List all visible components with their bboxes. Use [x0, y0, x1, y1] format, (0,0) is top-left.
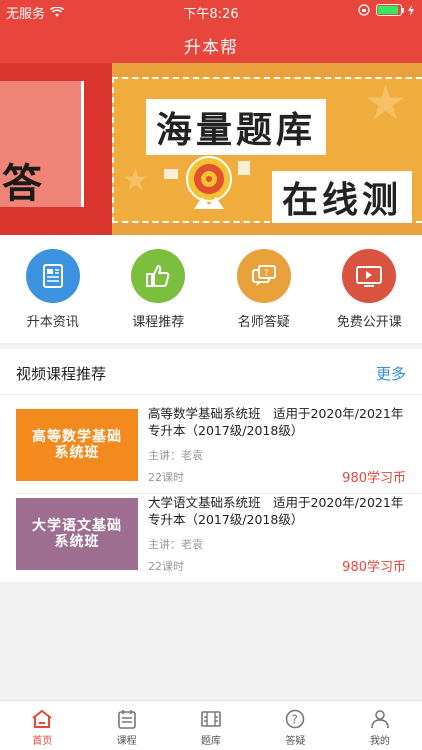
status-right [358, 4, 414, 16]
chat-question-icon: ? [236, 249, 291, 303]
question-bank-icon [201, 711, 221, 727]
target-illustration-icon [164, 156, 250, 209]
course-price: 980学习币 [342, 471, 406, 486]
video-course-section: 视频课程推荐 更多 高等数学基础 系统班 高等数学基础系统班 适用于2020年/… [0, 349, 422, 582]
star-decoration: ★ [364, 75, 408, 131]
tab-bar: 首页 课程 题库 ? 答疑 我的 [0, 700, 422, 750]
thumbs-up-icon [131, 249, 186, 303]
course-title: 大学语文基础系统班 适用于2020年/2021年专升本（2017级/2018级） [148, 495, 404, 527]
quick-action-label: 课程推荐 [132, 315, 185, 330]
quick-action-news[interactable]: 升本资讯 [0, 235, 106, 343]
course-hours: 22课时 [148, 471, 184, 484]
tab-home[interactable]: 首页 [0, 701, 84, 750]
tab-profile[interactable]: 我的 [338, 701, 422, 750]
thumbnail-subtitle: 系统班 [54, 445, 100, 461]
news-icon [25, 249, 80, 303]
tab-courses[interactable]: 课程 [84, 701, 168, 750]
tab-question-bank[interactable]: 题库 [169, 701, 253, 750]
quick-action-teacher-qa[interactable]: ? 名师答疑 [211, 235, 317, 343]
more-link[interactable]: 更多 [376, 363, 406, 384]
charging-icon [408, 4, 414, 16]
tab-label: 答疑 [285, 736, 306, 747]
tab-label: 题库 [201, 736, 222, 747]
star-decoration: ★ [122, 163, 149, 198]
quick-action-label: 免费公开课 [336, 315, 402, 330]
question-icon: ? [286, 709, 305, 729]
section-title: 视频课程推荐 [16, 365, 107, 383]
course-teacher: 主讲：老袁 [148, 538, 203, 551]
page-title: 升本帮 [184, 38, 238, 58]
course-thumbnail: 高等数学基础 系统班 [16, 409, 138, 481]
profile-icon [371, 710, 389, 729]
svg-text:?: ? [292, 713, 298, 727]
quick-action-free-course[interactable]: 免费公开课 [317, 235, 422, 343]
course-item[interactable]: 高等数学基础 系统班 高等数学基础系统班 适用于2020年/2021年专升本（2… [0, 401, 422, 491]
course-price: 980学习币 [342, 560, 406, 575]
quick-action-course-recommend[interactable]: 课程推荐 [106, 235, 212, 343]
home-icon [32, 709, 52, 728]
thumbnail-title: 高等数学基础 [32, 429, 122, 445]
quick-action-label: 升本资讯 [26, 315, 79, 330]
banner-prev-text: 答 [2, 161, 42, 207]
tab-qa[interactable]: ? 答疑 [253, 701, 337, 750]
section-header: 视频课程推荐 更多 [0, 349, 422, 395]
banner-carousel[interactable]: 答 ★ ★ 海量题库 在线测 [0, 63, 422, 235]
thumbnail-subtitle: 系统班 [54, 534, 100, 550]
course-item[interactable]: 大学语文基础 系统班 大学语文基础系统班 适用于2020年/2021年专升本（2… [0, 490, 422, 580]
tab-label: 我的 [369, 736, 390, 747]
banner-title-line2: 在线测 [272, 171, 413, 223]
video-screen-icon [342, 249, 397, 303]
banner-title-line1: 海量题库 [146, 99, 327, 155]
quick-actions: 升本资讯 课程推荐 ? 名师答疑 免费公开课 [0, 235, 422, 343]
battery-icon [376, 4, 404, 16]
app-screen: 无服务 下午8:26 升本帮 答 ★ ★ 海量题库 在线测 升本资讯 课程推荐 … [0, 0, 422, 750]
course-hours: 22课时 [148, 560, 184, 573]
header: 无服务 下午8:26 升本帮 [0, 0, 422, 63]
status-bar: 无服务 下午8:26 [0, 0, 422, 22]
orientation-lock-icon [358, 4, 370, 16]
course-teacher: 主讲：老袁 [148, 449, 203, 462]
svg-text:?: ? [264, 269, 269, 279]
banner-current-slide[interactable]: ★ ★ 海量题库 在线测 [112, 75, 422, 223]
quick-action-label: 名师答疑 [237, 315, 290, 330]
tab-label: 课程 [116, 736, 137, 747]
course-icon [117, 710, 136, 729]
tab-label: 首页 [32, 736, 53, 747]
course-thumbnail: 大学语文基础 系统班 [16, 498, 138, 570]
course-title: 高等数学基础系统班 适用于2020年/2021年专升本（2017级/2018级） [148, 406, 404, 438]
banner-prev-slide: 答 [0, 63, 112, 235]
thumbnail-title: 大学语文基础 [32, 518, 122, 534]
